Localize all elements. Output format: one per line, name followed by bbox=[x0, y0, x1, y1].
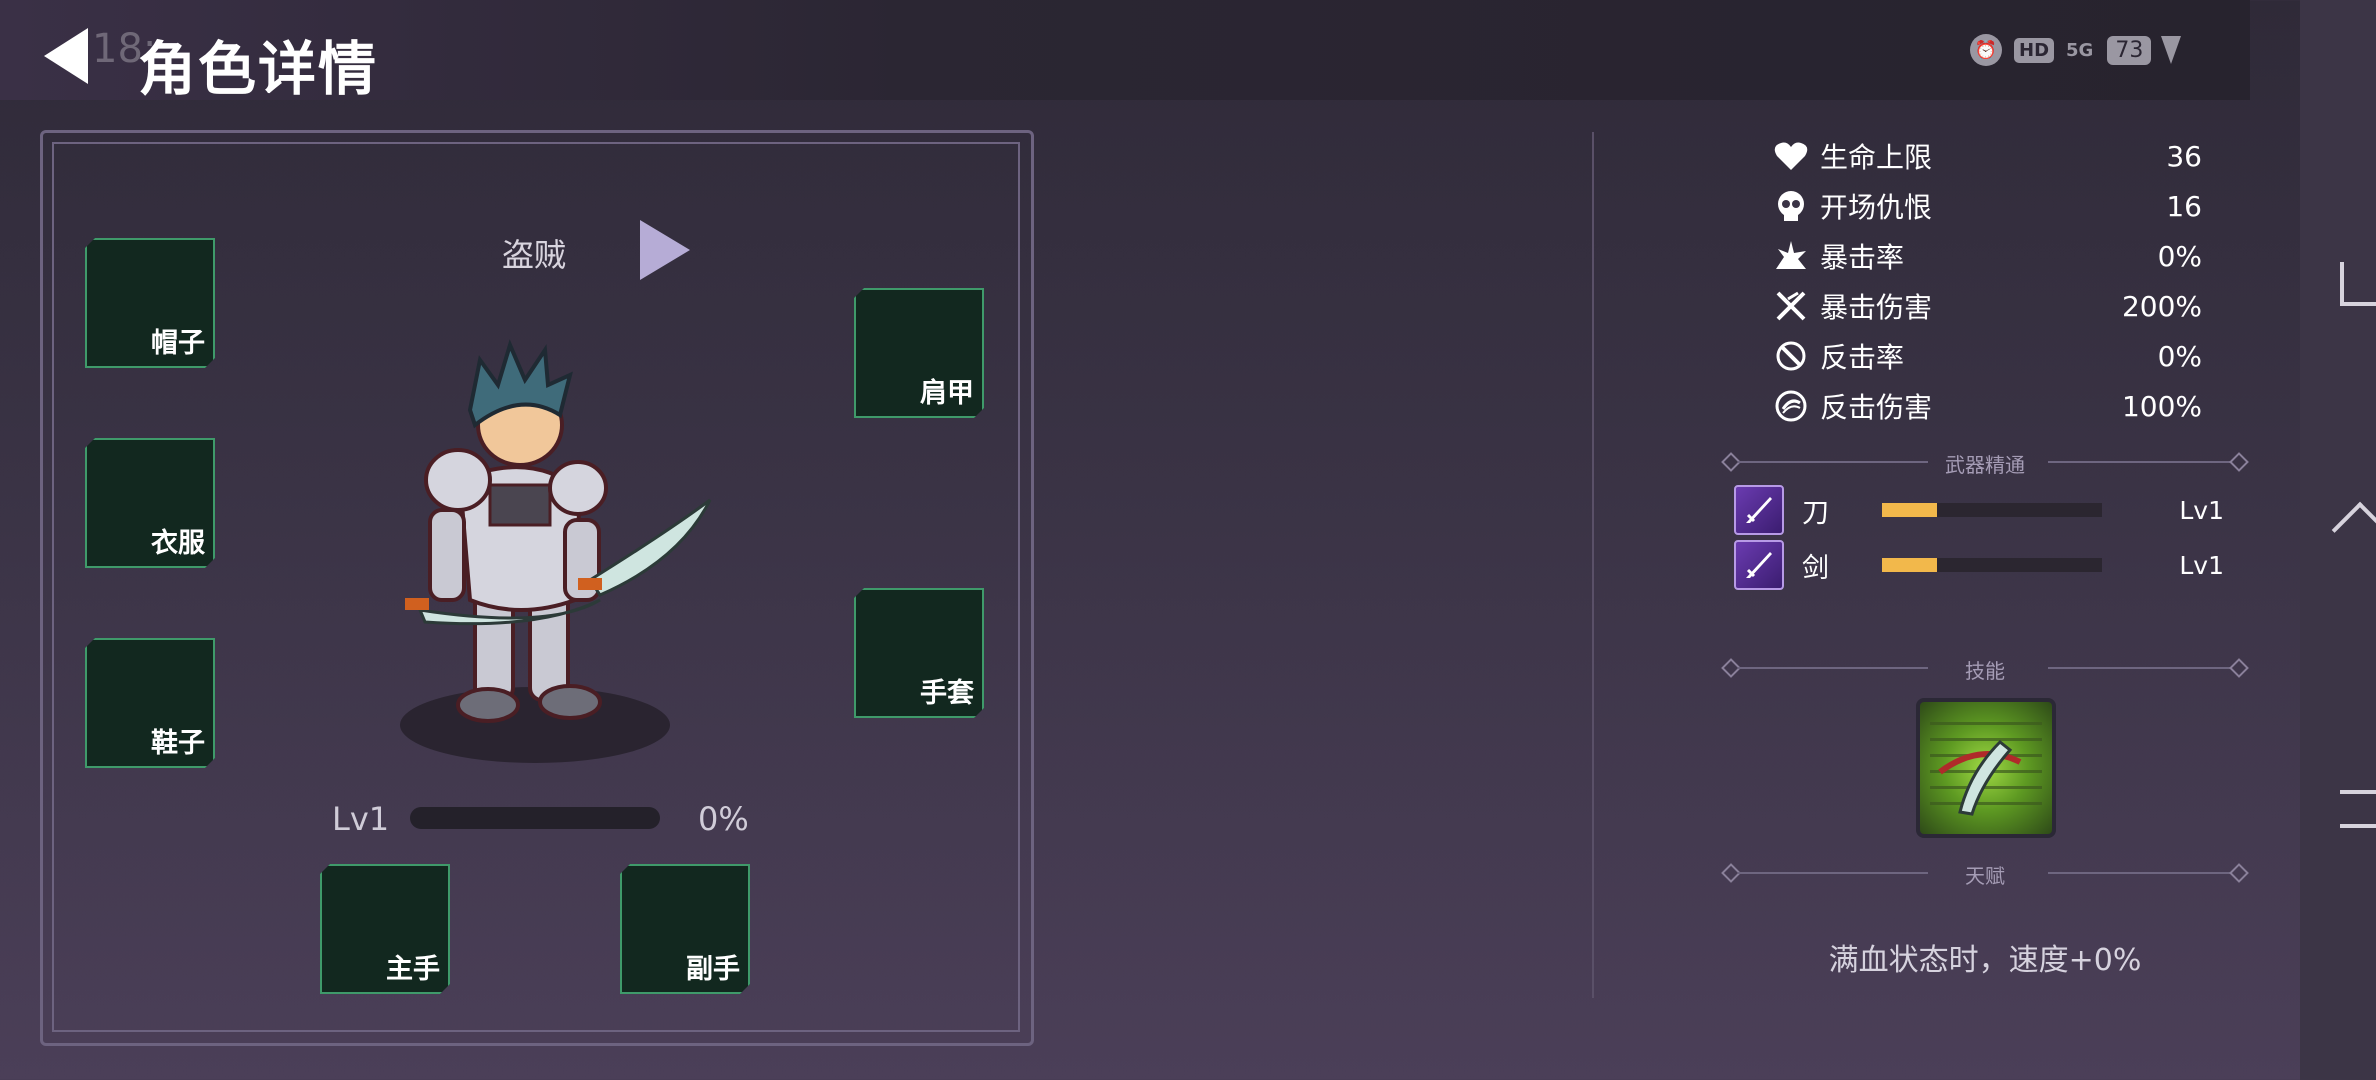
section-title: 武器精通 bbox=[1945, 453, 2025, 477]
slot-main-hand[interactable]: 主手 bbox=[320, 864, 450, 994]
hd-badge: HD bbox=[2014, 37, 2055, 63]
xp-percent: 0% bbox=[698, 800, 749, 838]
talent-description: 满血状态时，速度+0% bbox=[1828, 943, 2142, 978]
weapon-mastery-row: 刀 Lv1 bbox=[1734, 485, 2224, 535]
character-sprite bbox=[400, 339, 712, 763]
weapon-progress-bar bbox=[1882, 558, 2102, 572]
back-arrow-icon[interactable] bbox=[44, 28, 88, 84]
counter-damage-icon bbox=[1772, 387, 1810, 425]
counter-icon bbox=[1772, 337, 1810, 375]
xp-progress-bar bbox=[410, 807, 660, 829]
menu-nav-icon[interactable] bbox=[2340, 790, 2376, 828]
slot-label: 副手 bbox=[686, 954, 740, 985]
skull-icon bbox=[1772, 187, 1810, 225]
slot-label: 帽子 bbox=[151, 328, 205, 359]
stat-name: 暴击率 bbox=[1820, 241, 1905, 274]
slot-label: 衣服 bbox=[151, 528, 205, 559]
class-name: 盗贼 bbox=[502, 236, 567, 274]
character-level: Lv1 bbox=[332, 800, 390, 838]
stat-row: 反击伤害 100% bbox=[1772, 386, 2202, 426]
weapon-level: Lv1 bbox=[2179, 550, 2224, 580]
slot-label: 主手 bbox=[386, 954, 440, 985]
weapon-progress-fill bbox=[1882, 558, 1937, 572]
section-title: 天赋 bbox=[1965, 864, 2005, 888]
vertical-divider bbox=[1592, 132, 1594, 998]
weapon-mastery-header: 武器精通 bbox=[1720, 447, 2250, 477]
stat-value: 0% bbox=[2157, 239, 2202, 273]
stat-row: 生命上限 36 bbox=[1772, 136, 2202, 176]
heart-icon bbox=[1772, 137, 1810, 175]
stat-value: 0% bbox=[2157, 339, 2202, 373]
alarm-icon: ⏰ bbox=[1970, 34, 2002, 66]
blade-icon bbox=[1734, 485, 1784, 535]
skills-header: 技能 bbox=[1720, 653, 2250, 683]
talent-header: 天赋 bbox=[1720, 858, 2250, 888]
slash-skill-icon[interactable] bbox=[1916, 698, 2056, 838]
divider-line bbox=[2048, 667, 2230, 669]
stat-row: 暴击伤害 200% bbox=[1772, 286, 2202, 326]
charging-icon bbox=[2161, 36, 2182, 64]
slot-shoulder[interactable]: 肩甲 bbox=[854, 288, 984, 418]
slot-shoes[interactable]: 鞋子 bbox=[85, 638, 215, 768]
slot-hat[interactable]: 帽子 bbox=[85, 238, 215, 368]
slot-clothes[interactable]: 衣服 bbox=[85, 438, 215, 568]
weapon-level: Lv1 bbox=[2179, 495, 2224, 525]
stat-row: 开场仇恨 16 bbox=[1772, 186, 2202, 226]
weapon-name: 刀 bbox=[1802, 497, 1829, 529]
page-title: 角色详情 bbox=[138, 35, 379, 103]
slot-off-hand[interactable]: 副手 bbox=[620, 864, 750, 994]
weapon-progress-fill bbox=[1882, 503, 1937, 517]
stat-value: 36 bbox=[2166, 139, 2202, 173]
stat-name: 开场仇恨 bbox=[1820, 191, 1933, 224]
stat-row: 暴击率 0% bbox=[1772, 236, 2202, 276]
slot-label: 肩甲 bbox=[920, 378, 974, 409]
back-nav-icon[interactable] bbox=[2340, 262, 2376, 306]
crossed-swords-icon bbox=[1772, 287, 1810, 325]
stat-name: 反击率 bbox=[1820, 341, 1905, 374]
stat-name: 生命上限 bbox=[1820, 141, 1933, 174]
weapon-mastery-row: 剑 Lv1 bbox=[1734, 540, 2224, 590]
status-bar: ⏰ HD 5G 73 bbox=[1970, 30, 2182, 70]
section-title: 技能 bbox=[1965, 659, 2005, 683]
slot-gloves[interactable]: 手套 bbox=[854, 588, 984, 718]
slot-label: 鞋子 bbox=[151, 728, 205, 759]
signal-5g-icon: 5G bbox=[2066, 39, 2094, 61]
weapon-name: 剑 bbox=[1802, 552, 1829, 584]
stat-value: 200% bbox=[2121, 289, 2202, 323]
stat-name: 暴击伤害 bbox=[1820, 291, 1933, 324]
battery-icon: 73 bbox=[2107, 35, 2152, 65]
stat-row: 反击率 0% bbox=[1772, 336, 2202, 376]
weapon-progress-bar bbox=[1882, 503, 2102, 517]
stat-name: 反击伤害 bbox=[1820, 391, 1933, 424]
stat-value: 16 bbox=[2166, 189, 2202, 223]
crit-burst-icon bbox=[1772, 237, 1810, 275]
stat-value: 100% bbox=[2121, 389, 2202, 423]
divider-line bbox=[2048, 461, 2230, 463]
slot-label: 手套 bbox=[920, 678, 974, 709]
divider-line bbox=[2048, 872, 2230, 874]
sword-icon bbox=[1734, 540, 1784, 590]
next-class-arrow-icon[interactable] bbox=[640, 220, 690, 280]
